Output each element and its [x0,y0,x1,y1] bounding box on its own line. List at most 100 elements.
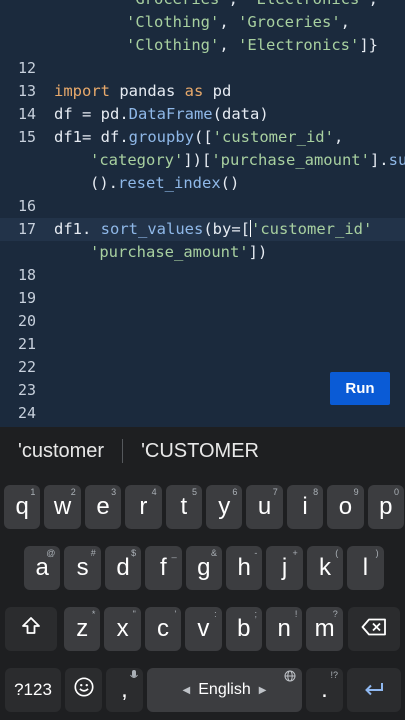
line-number: 19 [17,289,36,307]
key-label: x [116,615,129,642]
key-hint: @ [46,548,56,558]
key-e[interactable]: 3e [84,485,122,529]
code-text: 'Clothing', 'Electronics']} [126,34,378,57]
code-token: groupby [128,128,194,146]
code-text: df = pd.DataFrame(data) [54,103,269,126]
code-token: as [184,82,204,100]
space-label: English [198,681,251,698]
key-d[interactable]: $ d [104,546,142,590]
key-r[interactable]: 4r [125,485,162,529]
period-label: . [321,676,328,703]
line-number: 14 [17,105,36,123]
code-text: 'Groceries', 'Electronics', [126,0,378,11]
period-key[interactable]: !? . [306,668,343,712]
key-hint: & [210,548,217,558]
key-j[interactable]: + j [266,546,303,590]
key-hint: - [254,548,258,558]
key-q[interactable]: 1q [4,485,41,529]
code-token: 'Clothing' [126,13,220,31]
key-label: g [197,554,211,581]
code-token: sum [388,151,405,169]
globe-icon [284,670,296,685]
code-token: (data) [212,105,269,123]
code-editor[interactable]: 'Groceries', 'Electronics','Clothing', '… [0,0,405,427]
key-hint: ? [332,609,338,619]
key-h[interactable]: -h [226,546,263,590]
suggestion-1[interactable]: 'customer [0,427,122,475]
key-c[interactable]: ' c [144,607,182,651]
key-b[interactable]: ; b [225,607,262,651]
run-button[interactable]: Run [330,372,390,405]
code-token: () [220,174,240,192]
code-line[interactable]: 13 import pandas as pd [0,80,405,103]
key-i[interactable]: 8i [286,485,324,529]
key-label: h [237,554,251,581]
key-u[interactable]: 7u [246,485,283,529]
code-token: DataFrame [128,105,213,123]
key-label: b [237,615,251,642]
code-token: ]. [369,151,389,169]
comma-key[interactable]: , [106,668,143,712]
code-token: ])[ [183,151,212,169]
key-f[interactable]: _ f [145,546,182,590]
key-label: a [35,554,49,581]
backspace-key[interactable] [348,607,400,651]
code-token: 'Groceries' [126,0,229,8]
code-token: , [219,13,238,31]
key-y[interactable]: 6y [206,485,243,529]
key-p[interactable]: 0p [367,485,404,529]
code-line[interactable]: 15 df1= df.groupby(['customer_id', [0,126,405,149]
emoji-key[interactable] [65,668,102,712]
code-line[interactable]: 'category'])['purchase_amount'].sum [0,149,405,172]
shift-key[interactable] [5,607,57,651]
enter-key[interactable] [347,668,401,712]
key-hint: + [292,548,298,558]
code-token: 'Electronics' [247,0,368,8]
key-g[interactable]: & g [185,546,222,590]
code-token: 'customer_id' [212,128,334,146]
code-line[interactable]: 24 [0,402,405,425]
code-line[interactable]: 14 df = pd.DataFrame(data) [0,103,405,126]
code-line[interactable]: 16 [0,195,405,218]
key-t[interactable]: 5t [165,485,202,529]
code-line[interactable]: 17 df1. sort_values(by=['customer_id' [0,218,405,241]
key-hint: ' [174,609,177,619]
code-line[interactable]: 20 [0,310,405,333]
key-v[interactable]: :v [185,607,222,651]
key-m[interactable]: ? m [306,607,343,651]
backspace-icon [361,615,387,643]
line-number: 21 [17,335,36,353]
code-text: 'purchase_amount']) [90,241,267,264]
code-text: 'category'])['purchase_amount'].sum [90,149,405,172]
code-line[interactable]: 'Groceries', 'Electronics', [0,0,405,11]
code-line[interactable]: 19 [0,287,405,310]
key-k[interactable]: (k [306,546,344,590]
code-line[interactable]: 'Clothing', 'Groceries', [0,11,405,34]
key-o[interactable]: 9o [327,485,364,529]
comma-label: , [121,676,128,703]
symbols-key[interactable]: ?123 [5,668,61,712]
symbols-label: ?123 [14,680,52,699]
code-line[interactable]: 'Clothing', 'Electronics']} [0,34,405,57]
key-w[interactable]: 2w [44,485,81,529]
code-token: 'purchase_amount' [211,151,370,169]
key-a[interactable]: @ a [24,546,61,590]
key-hint: ; [254,609,257,619]
line-number: 18 [17,266,36,284]
key-n[interactable]: ! n [266,607,303,651]
key-hint: # [90,548,96,558]
code-line[interactable]: 'purchase_amount']) [0,241,405,264]
code-line[interactable]: ().reset_index() [0,172,405,195]
space-key[interactable]: ◀ English ▶ [147,668,302,712]
key-hint: _ [171,548,177,558]
code-line[interactable]: 12 [0,57,405,80]
key-hint: 7 [272,487,278,497]
key-l[interactable]: ) l [347,546,384,590]
suggestion-2[interactable]: 'CUSTOMER [123,427,277,475]
key-x[interactable]: " x [104,607,141,651]
code-line[interactable]: 21 [0,333,405,356]
key-hint: ) [375,548,379,558]
code-line[interactable]: 18 [0,264,405,287]
key-z[interactable]: * z [64,607,101,651]
key-s[interactable]: # s [64,546,101,590]
